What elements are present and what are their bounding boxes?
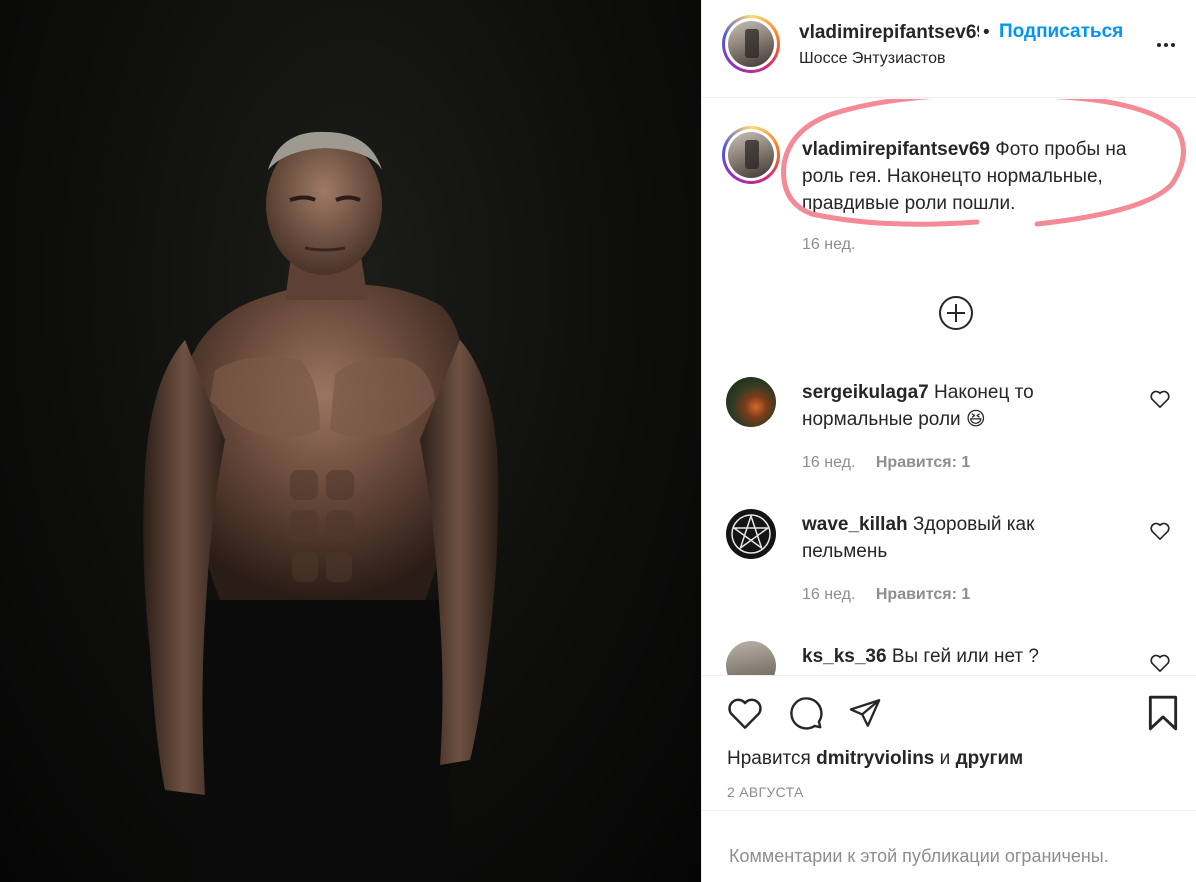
heart-icon[interactable] [1149, 389, 1171, 409]
caption: vladimirepifantsev69 Фото пробы на роль … [802, 136, 1172, 217]
commenter-avatar[interactable] [726, 377, 776, 427]
post-date[interactable]: 2 АВГУСТА [727, 784, 804, 800]
comment-meta: 16 нед. Нравится: 1 [802, 454, 970, 472]
liked-by-others[interactable]: другим [956, 748, 1024, 769]
author-avatar[interactable] [722, 15, 780, 73]
heart-icon[interactable] [1149, 653, 1171, 673]
location-link[interactable]: Шоссе Энтузиастов [799, 50, 945, 68]
caption-username[interactable]: vladimirepifantsev69 [802, 139, 990, 160]
comment-likes[interactable]: Нравится: 1 [876, 454, 970, 471]
post-photo[interactable] [0, 0, 701, 882]
comment-body: sergeikulaga7 Наконец то нормальные роли… [802, 379, 1102, 433]
liked-by-user[interactable]: dmitryviolins [816, 748, 934, 769]
comment-time[interactable]: 16 нед. [802, 586, 855, 603]
like-heart-icon[interactable] [726, 696, 764, 730]
likes-prefix: Нравится [727, 748, 811, 769]
comment-text: Вы гей или нет ? [891, 646, 1039, 667]
action-bar: Нравится dmitryviolins и другим 2 АВГУСТ… [702, 675, 1196, 808]
comment-icon[interactable] [787, 695, 825, 731]
shirtless-man-photo [143, 131, 499, 882]
comment-likes[interactable]: Нравится: 1 [876, 586, 970, 603]
comment-meta: 16 нед. Нравится: 1 [802, 586, 970, 604]
add-comments-icon[interactable] [938, 295, 974, 331]
separator-dot: • [983, 22, 990, 43]
follow-button[interactable]: Подписаться [999, 21, 1123, 43]
commenter-avatar[interactable] [726, 509, 776, 559]
share-icon[interactable] [847, 696, 883, 730]
more-icon[interactable] [1154, 36, 1178, 54]
comment-body: ks_ks_36 Вы гей или нет ? [802, 643, 1102, 670]
caption-time[interactable]: 16 нед. [802, 236, 855, 254]
comments-restricted-notice: Комментарии к этой публикации ограничены… [729, 846, 1109, 866]
pentagram-icon [731, 514, 771, 554]
post-side-panel: vladimirepifantsev69 • Подписаться Шоссе… [701, 0, 1196, 882]
post-header: vladimirepifantsev69 • Подписаться Шоссе… [702, 0, 1196, 98]
commenter-username[interactable]: wave_killah [802, 514, 908, 535]
comment-time[interactable]: 16 нед. [802, 454, 855, 471]
comments-footer: Комментарии к этой публикации ограничены… [702, 810, 1196, 882]
commenter-username[interactable]: sergeikulaga7 [802, 382, 929, 403]
caption-avatar[interactable] [722, 126, 780, 184]
commenter-username[interactable]: ks_ks_36 [802, 646, 887, 667]
likes-conj: и [939, 748, 951, 769]
save-icon[interactable] [1147, 694, 1179, 732]
author-username[interactable]: vladimirepifantsev69 [799, 22, 979, 44]
commenter-avatar[interactable] [726, 641, 776, 675]
comment-body: wave_killah Здоровый как пельмень [802, 511, 1102, 565]
comments-scroll-area[interactable]: vladimirepifantsev69 Фото пробы на роль … [702, 99, 1196, 675]
likes-summary: Нравится dmitryviolins и другим [727, 748, 1023, 770]
heart-icon[interactable] [1149, 521, 1171, 541]
